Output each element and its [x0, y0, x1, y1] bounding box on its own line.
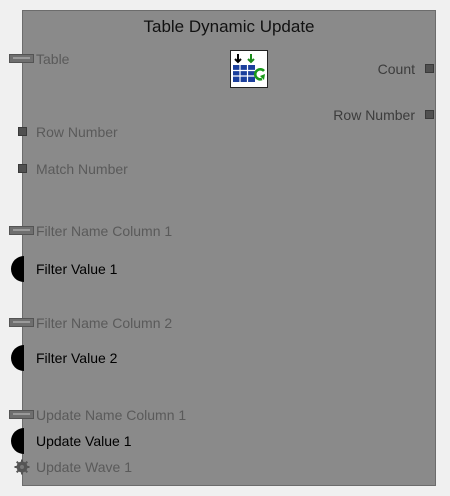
output-label-count: Count	[377, 61, 415, 77]
output-label-row-number: Row Number	[333, 107, 415, 123]
input-label-filter-name-column-2: Filter Name Column 2	[36, 315, 173, 331]
input-label-filter-name-column-1: Filter Name Column 1	[36, 223, 173, 239]
row-number-input-connector[interactable]	[18, 127, 27, 136]
input-label-update-wave-1: Update Wave 1	[36, 459, 132, 475]
filter-name-column-2-bus-connector[interactable]	[9, 318, 34, 327]
update-name-column-1-bus-connector[interactable]	[9, 410, 34, 419]
node-title: Table Dynamic Update	[143, 17, 315, 36]
count-output-connector[interactable]	[425, 64, 434, 73]
input-label-table: Table	[36, 51, 70, 67]
update-wave-1-gear-connector[interactable]	[14, 459, 30, 475]
input-label-match-number: Match Number	[36, 161, 128, 177]
filter-value-2-connector[interactable]	[11, 345, 24, 371]
input-label-filter-value-2: Filter Value 2	[36, 350, 118, 366]
input-label-row-number: Row Number	[36, 124, 118, 140]
update-value-1-connector[interactable]	[11, 428, 24, 454]
match-number-input-connector[interactable]	[18, 164, 27, 173]
row-number-output-connector[interactable]	[425, 110, 434, 119]
table-refresh-icon	[230, 50, 268, 88]
filter-value-1-connector[interactable]	[11, 256, 24, 282]
table-bus-connector[interactable]	[9, 54, 34, 63]
input-label-update-name-column-1: Update Name Column 1	[36, 407, 187, 423]
input-label-filter-value-1: Filter Value 1	[36, 261, 118, 277]
table-dynamic-update-node[interactable]: Table Dynamic Update Table Row Number Ma…	[9, 10, 436, 486]
input-label-update-value-1: Update Value 1	[36, 433, 132, 449]
filter-name-column-1-bus-connector[interactable]	[9, 226, 34, 235]
